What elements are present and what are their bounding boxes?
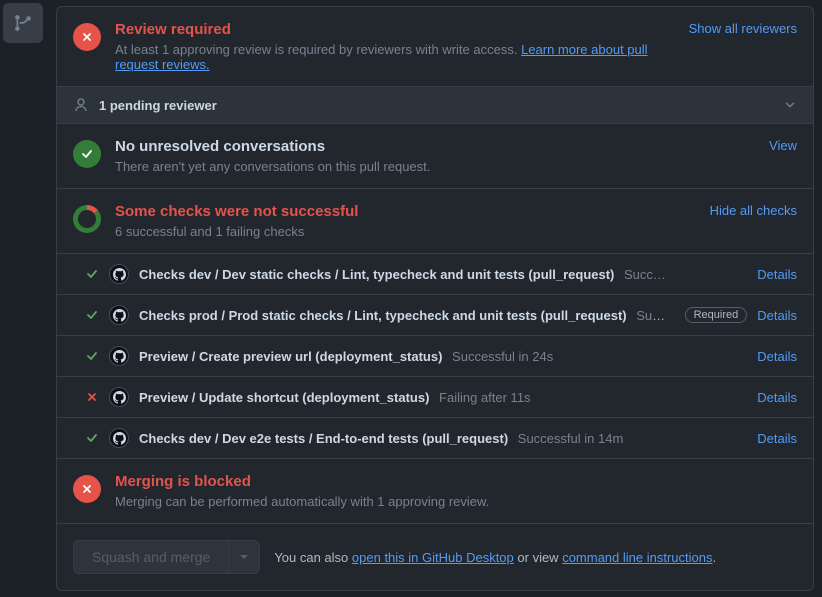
review-status-icon bbox=[73, 23, 101, 51]
x-icon bbox=[81, 483, 93, 495]
check-icon bbox=[85, 431, 99, 445]
merge-status-icon bbox=[73, 475, 101, 503]
check-icon bbox=[80, 147, 94, 161]
check-result: Suc… bbox=[633, 308, 671, 323]
merge-status-panel: Review required At least 1 approving rev… bbox=[56, 6, 814, 591]
check-details-link[interactable]: Details bbox=[757, 308, 797, 323]
squash-merge-button[interactable]: Squash and merge bbox=[74, 541, 229, 573]
check-icon bbox=[85, 349, 99, 363]
check-row: Checks prod / Prod static checks / Lint,… bbox=[57, 294, 813, 335]
check-main: Preview / Update shortcut (deployment_st… bbox=[139, 390, 747, 405]
check-row: Preview / Update shortcut (deployment_st… bbox=[57, 376, 813, 417]
merge-blocked-title: Merging is blocked bbox=[115, 473, 797, 490]
check-name: Preview / Create preview url (deployment… bbox=[139, 349, 442, 364]
check-name: Checks dev / Dev e2e tests / End-to-end … bbox=[139, 431, 508, 446]
github-avatar-icon bbox=[109, 305, 129, 325]
check-main: Preview / Create preview url (deployment… bbox=[139, 349, 747, 364]
merge-button-group: Squash and merge bbox=[73, 540, 260, 574]
merge-footer: Squash and merge You can also open this … bbox=[57, 524, 813, 590]
check-icon bbox=[85, 308, 99, 322]
conversations-desc: There aren't yet any conversations on th… bbox=[115, 159, 755, 174]
check-main: Checks dev / Dev static checks / Lint, t… bbox=[139, 267, 747, 282]
git-merge-icon bbox=[14, 14, 32, 32]
merge-blocked-section: Merging is blocked Merging can be perfor… bbox=[57, 459, 813, 524]
pending-reviewer-row[interactable]: 1 pending reviewer bbox=[57, 86, 813, 123]
pending-reviewer-text: 1 pending reviewer bbox=[99, 98, 773, 113]
check-name: Checks prod / Prod static checks / Lint,… bbox=[139, 308, 627, 323]
check-details-link[interactable]: Details bbox=[757, 349, 797, 364]
check-result: Successful in 24s bbox=[448, 349, 553, 364]
person-icon bbox=[73, 97, 89, 113]
required-badge: Required bbox=[685, 307, 748, 323]
footer-text: You can also open this in GitHub Desktop… bbox=[274, 550, 716, 565]
checks-section: Some checks were not successful 6 succes… bbox=[57, 189, 813, 459]
review-section: Review required At least 1 approving rev… bbox=[57, 7, 813, 124]
conversations-status-icon bbox=[73, 140, 101, 168]
open-desktop-link[interactable]: open this in GitHub Desktop bbox=[352, 550, 514, 565]
check-name: Checks dev / Dev static checks / Lint, t… bbox=[139, 267, 614, 282]
triangle-down-icon bbox=[239, 552, 249, 562]
check-main: Checks prod / Prod static checks / Lint,… bbox=[139, 308, 671, 323]
conversations-section: No unresolved conversations There aren't… bbox=[57, 124, 813, 189]
show-all-reviewers-link[interactable]: Show all reviewers bbox=[689, 21, 797, 36]
review-title: Review required bbox=[115, 21, 675, 38]
view-conversations-link[interactable]: View bbox=[769, 138, 797, 153]
check-icon bbox=[85, 267, 99, 281]
github-avatar-icon bbox=[109, 346, 129, 366]
conversations-title: No unresolved conversations bbox=[115, 138, 755, 155]
check-result: Successful in 14m bbox=[514, 431, 623, 446]
merge-dropdown-button[interactable] bbox=[229, 541, 259, 573]
check-main: Checks dev / Dev e2e tests / End-to-end … bbox=[139, 431, 747, 446]
git-merge-sidebar-button[interactable] bbox=[3, 3, 43, 43]
check-row: Preview / Create preview url (deployment… bbox=[57, 335, 813, 376]
check-details-link[interactable]: Details bbox=[757, 267, 797, 282]
check-details-link[interactable]: Details bbox=[757, 431, 797, 446]
github-avatar-icon bbox=[109, 428, 129, 448]
check-result: Failing after 11s bbox=[435, 390, 530, 405]
hide-all-checks-link[interactable]: Hide all checks bbox=[710, 203, 797, 218]
check-name: Preview / Update shortcut (deployment_st… bbox=[139, 390, 429, 405]
check-details-link[interactable]: Details bbox=[757, 390, 797, 405]
check-row: Checks dev / Dev e2e tests / End-to-end … bbox=[57, 417, 813, 458]
cli-instructions-link[interactable]: command line instructions bbox=[562, 550, 712, 565]
checks-donut-icon bbox=[73, 205, 101, 233]
x-icon bbox=[81, 31, 93, 43]
github-avatar-icon bbox=[109, 387, 129, 407]
github-avatar-icon bbox=[109, 264, 129, 284]
chevron-down-icon bbox=[783, 98, 797, 112]
checks-title: Some checks were not successful bbox=[115, 203, 696, 220]
x-icon bbox=[85, 391, 99, 403]
check-result: Succ… bbox=[620, 267, 666, 282]
checks-list: Checks dev / Dev static checks / Lint, t… bbox=[57, 253, 813, 458]
merge-blocked-desc: Merging can be performed automatically w… bbox=[115, 494, 797, 509]
review-desc: At least 1 approving review is required … bbox=[115, 42, 675, 72]
checks-summary: 6 successful and 1 failing checks bbox=[115, 224, 696, 239]
check-row: Checks dev / Dev static checks / Lint, t… bbox=[57, 253, 813, 294]
